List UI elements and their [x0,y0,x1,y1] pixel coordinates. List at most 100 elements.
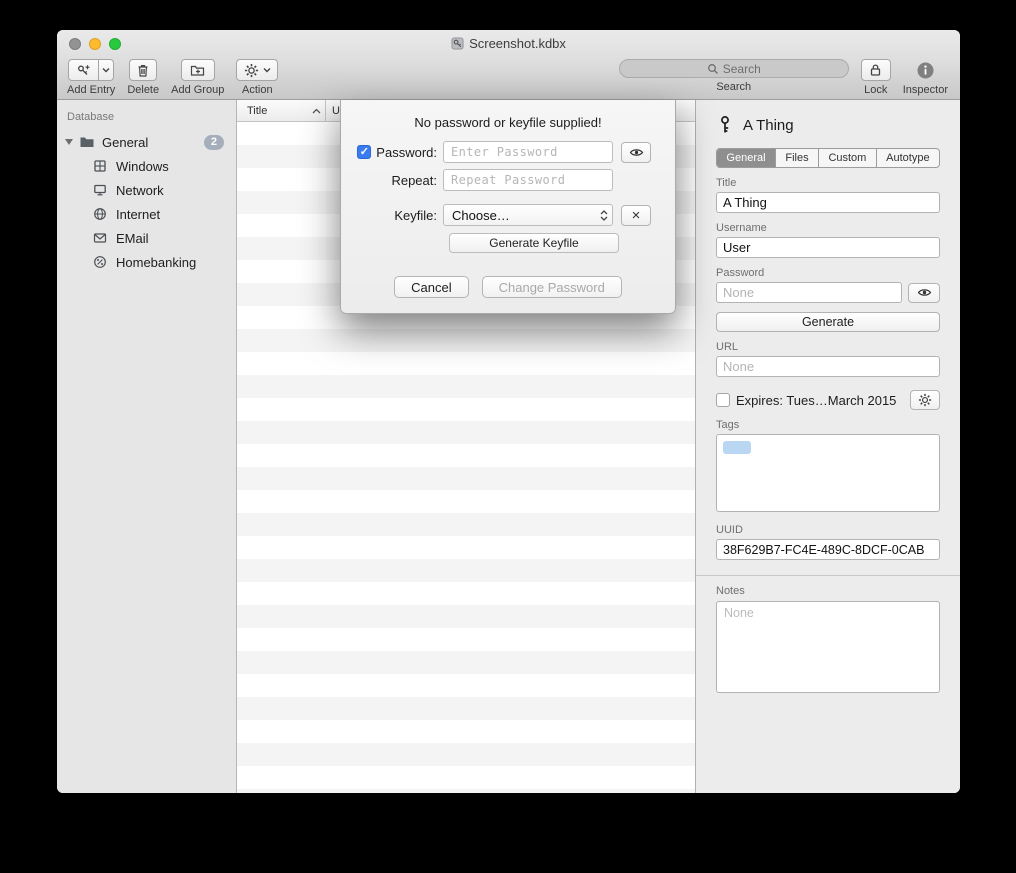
search-label: Search [716,81,751,93]
password-field[interactable] [716,282,902,303]
sidebar-group-general[interactable]: General 2 [57,130,236,154]
dialog-keyfile-label: Keyfile: [394,208,437,223]
eye-icon [917,287,932,298]
tab-files[interactable]: Files [775,149,818,167]
folder-plus-icon [190,63,206,77]
key-icon [716,115,734,135]
toolbar: Add Entry Delete [57,58,960,100]
sidebar-item-email[interactable]: EMail [57,226,236,250]
tab-general[interactable]: General [717,149,775,167]
username-field[interactable] [716,237,940,258]
tags-label: Tags [716,419,940,431]
sidebar: Database General 2 Windows [57,100,237,793]
uuid-label: UUID [716,524,940,536]
dialog-password-label: Password: [376,145,437,160]
password-field-label: Password [716,267,940,279]
eye-icon [629,147,644,158]
sidebar-item-label: Homebanking [116,255,196,270]
tags-field[interactable] [716,434,940,512]
chevron-down-icon [263,67,271,73]
add-group-button[interactable]: Add Group [171,59,224,96]
envelope-icon [93,230,109,246]
titlebar: Screenshot.kdbx [57,36,960,51]
keyfile-selected-value: Choose… [452,208,510,223]
action-button[interactable]: Action [236,59,278,96]
add-entry-button[interactable]: Add Entry [67,59,115,96]
sidebar-section-header: Database [57,108,236,130]
add-entry-label: Add Entry [67,84,115,96]
search-placeholder: Search [723,62,761,76]
dialog-repeat-label: Repeat: [391,173,437,188]
folder-icon [79,134,95,150]
trash-icon [136,63,150,78]
uuid-field[interactable] [716,539,940,560]
dialog-message: No password or keyfile supplied! [351,115,665,130]
sidebar-item-label: EMail [116,231,149,246]
delete-button[interactable]: Delete [127,59,159,96]
network-icon [93,182,109,198]
change-password-button[interactable]: Change Password [482,276,622,298]
dialog-reveal-password-button[interactable] [621,142,651,163]
cancel-button[interactable]: Cancel [394,276,468,298]
reveal-password-button[interactable] [908,283,940,303]
dialog-password-input[interactable] [443,141,613,163]
app-window: Screenshot.kdbx Add Entry [57,30,960,793]
windows-icon [93,158,109,174]
column-username-label: U [332,105,340,117]
action-label: Action [242,84,273,96]
inspector-tabs: General Files Custom Autotype [716,148,940,168]
stepper-arrows-icon [600,210,608,221]
url-field[interactable] [716,356,940,377]
tag-chip[interactable] [723,441,751,454]
search-icon [707,63,719,75]
gear-icon [244,63,259,78]
inspector-label: Inspector [903,84,948,96]
notes-label: Notes [716,585,940,597]
sidebar-item-homebanking[interactable]: Homebanking [57,250,236,274]
expires-label: Expires: Tues…March 2015 [736,393,896,408]
dialog-repeat-input[interactable] [443,169,613,191]
inspector-header: A Thing [716,114,940,136]
percent-icon [93,254,109,270]
entry-count-badge: 2 [204,135,224,150]
document-icon [451,37,464,50]
chevron-down-icon[interactable] [99,59,114,81]
window-header: Screenshot.kdbx Add Entry [57,30,960,100]
tab-custom[interactable]: Custom [818,149,876,167]
column-header-username[interactable]: U [326,105,340,117]
sort-ascending-icon [312,108,321,114]
sidebar-group-label: General [102,135,148,150]
keyfile-select[interactable]: Choose… [443,204,613,226]
entry-title: A Thing [743,117,794,134]
column-header-title[interactable]: Title [237,100,325,121]
tab-autotype[interactable]: Autotype [876,149,939,167]
notes-field[interactable] [716,601,940,693]
lock-icon [869,63,882,77]
title-field[interactable] [716,192,940,213]
column-title-label: Title [247,105,267,117]
expires-settings-button[interactable] [910,390,940,410]
lock-button[interactable]: Lock [861,59,891,96]
expires-checkbox[interactable] [716,393,730,407]
inspector-panel: A Thing General Files Custom Autotype Ti… [695,100,960,793]
gear-icon [918,393,932,407]
generate-keyfile-button[interactable]: Generate Keyfile [449,233,619,253]
password-checkbox[interactable] [357,145,371,159]
generate-password-button[interactable]: Generate [716,312,940,332]
change-password-dialog: No password or keyfile supplied! Passwor… [340,100,676,314]
delete-label: Delete [127,84,159,96]
window-title: Screenshot.kdbx [469,36,566,51]
sidebar-item-label: Internet [116,207,160,222]
search-input[interactable]: Search [619,59,849,78]
sidebar-item-label: Network [116,183,164,198]
sidebar-item-windows[interactable]: Windows [57,154,236,178]
clear-keyfile-button[interactable] [621,205,651,226]
lock-label: Lock [864,84,887,96]
title-field-label: Title [716,177,940,189]
inspector-toggle-button[interactable]: Inspector [903,59,948,96]
desktop-background: Screenshot.kdbx Add Entry [0,0,1016,873]
disclosure-triangle-icon[interactable] [65,139,73,145]
key-plus-icon[interactable] [68,59,99,81]
sidebar-item-internet[interactable]: Internet [57,202,236,226]
sidebar-item-network[interactable]: Network [57,178,236,202]
